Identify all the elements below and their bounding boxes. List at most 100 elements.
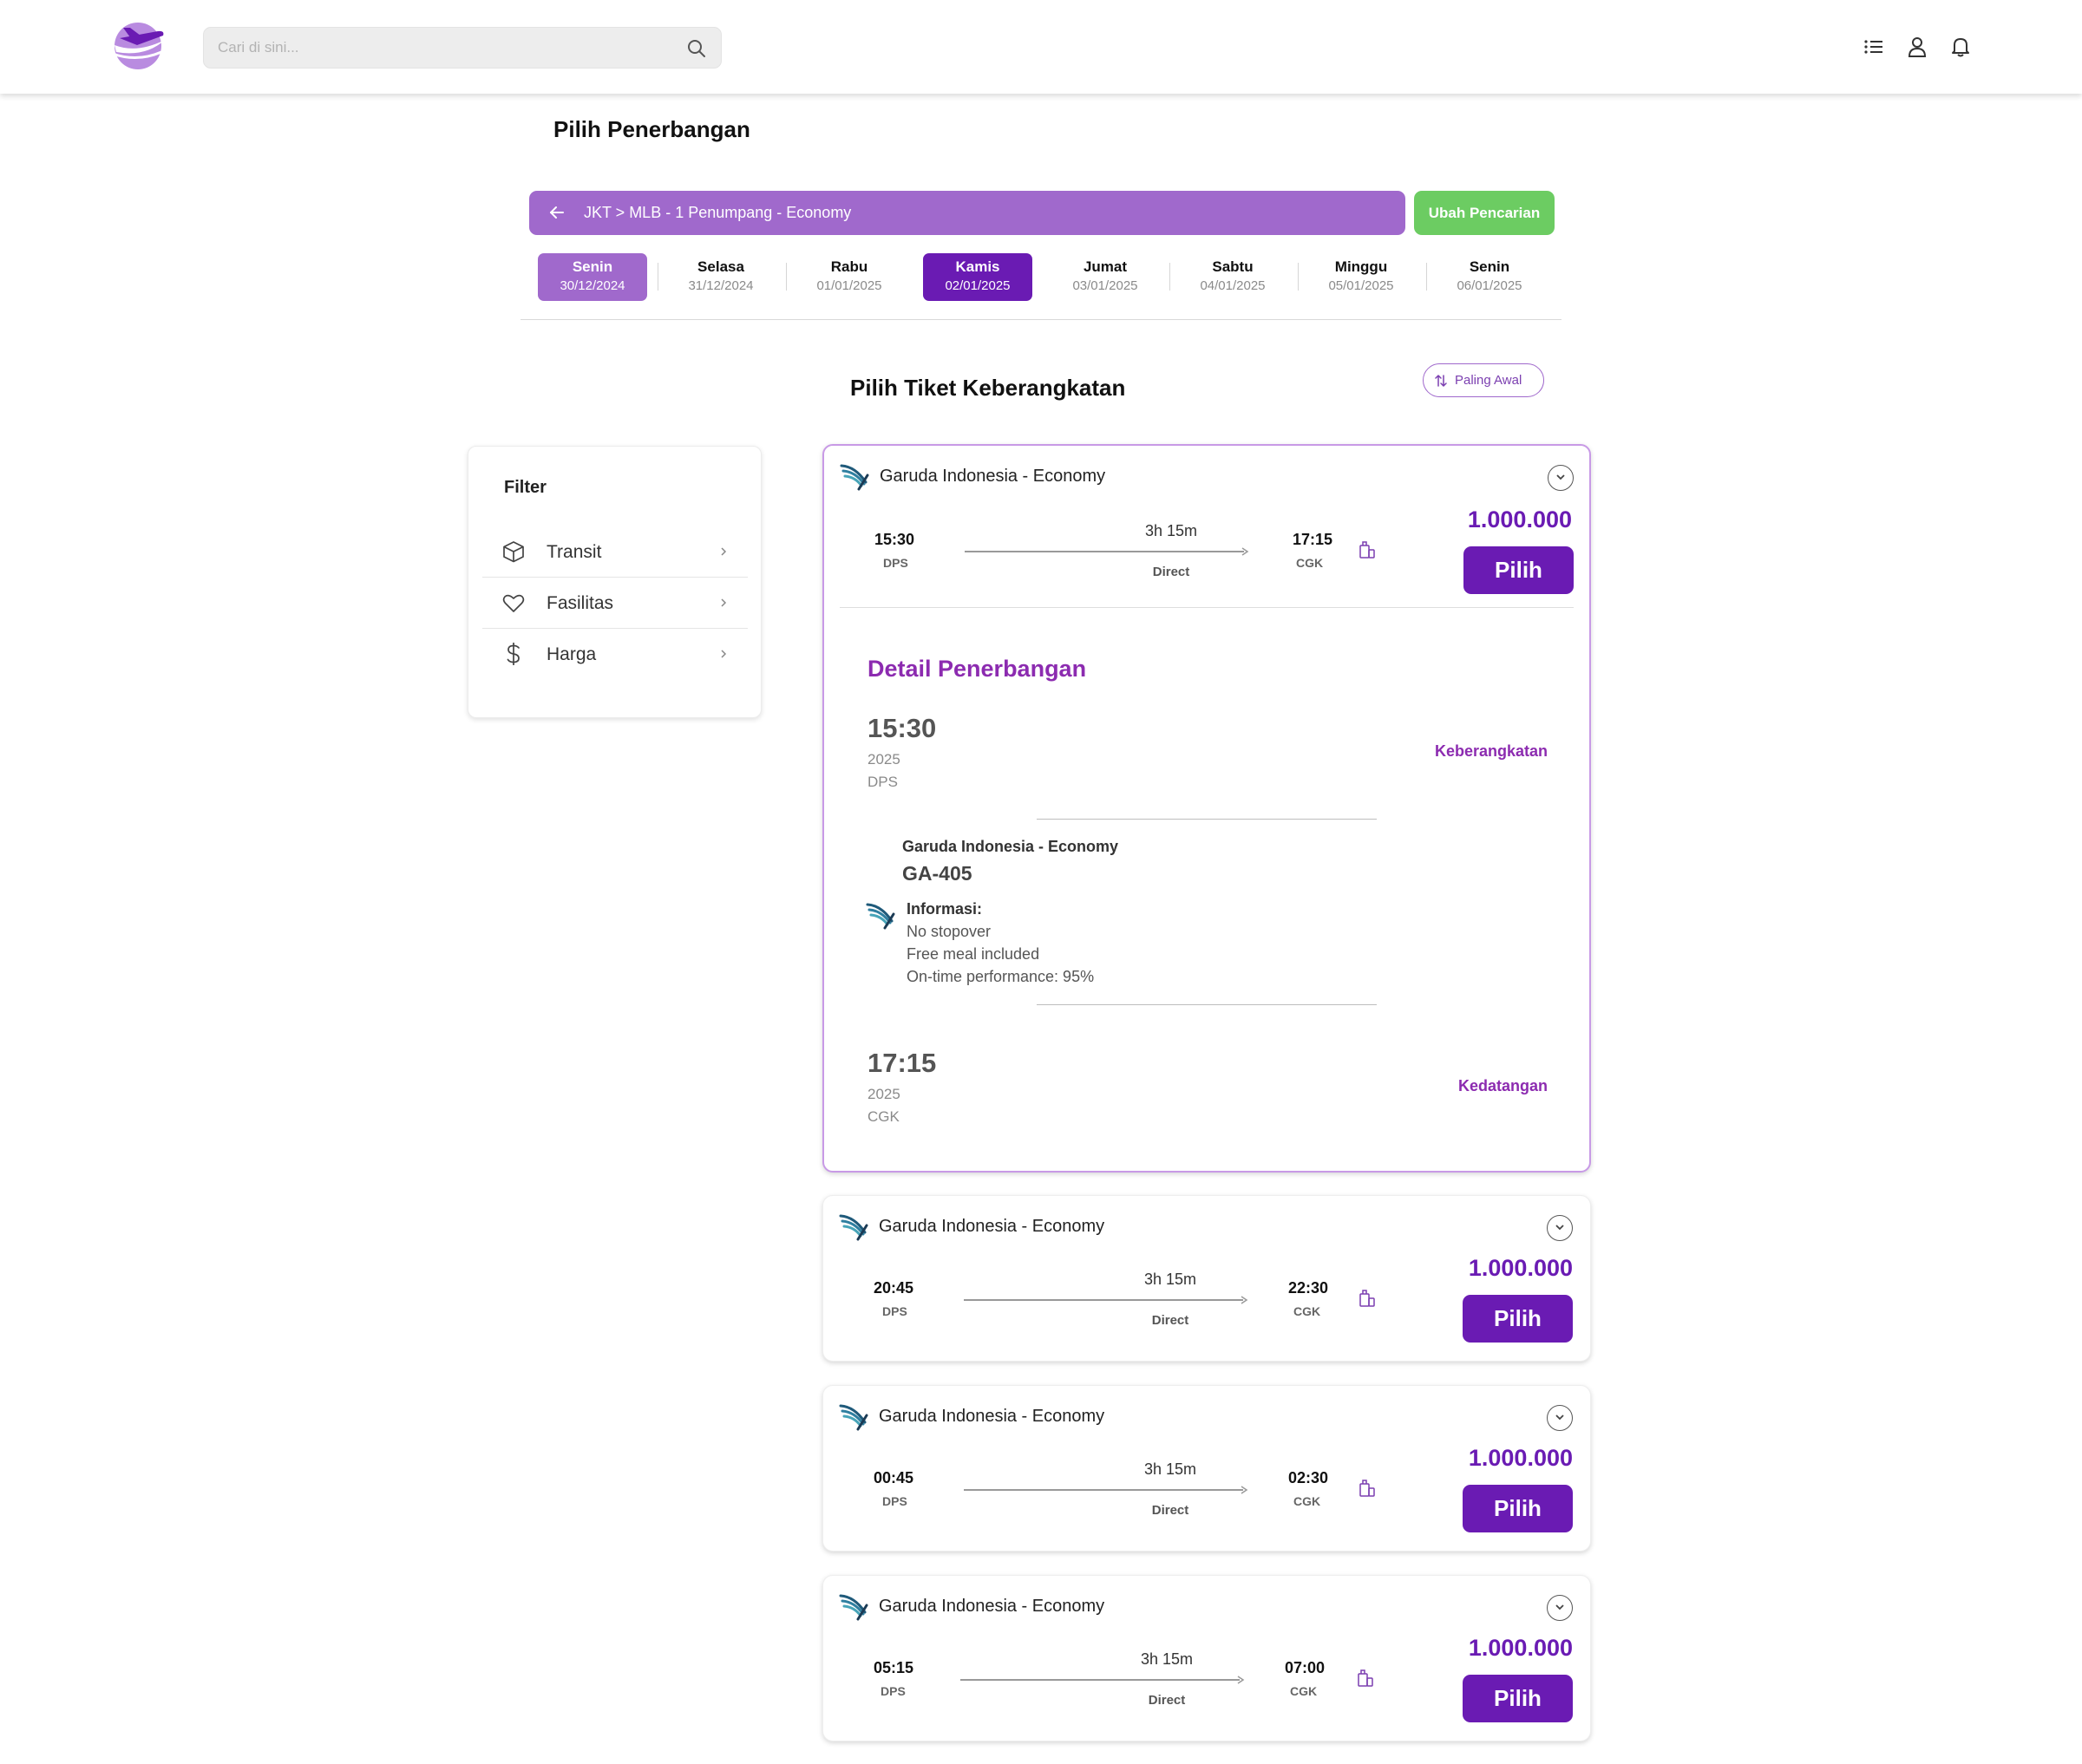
stop-type: Direct [1148, 1693, 1186, 1708]
date-tab-minggu[interactable]: Minggu 05/01/2025 [1306, 253, 1416, 301]
date-divider [786, 263, 787, 291]
list-icon[interactable] [1862, 35, 1886, 59]
expand-button[interactable] [1547, 1405, 1573, 1431]
select-flight-button[interactable]: Pilih [1463, 1485, 1573, 1532]
detail-rule [1037, 1004, 1377, 1005]
departure-time: 20:45 [874, 1279, 914, 1297]
garuda-logo-icon [839, 1214, 868, 1241]
date-tab-senin-1[interactable]: Senin 30/12/2024 [538, 253, 647, 301]
date-tab-date: 31/12/2024 [688, 278, 754, 293]
detail-departure-year: 2025 [868, 751, 900, 768]
dollar-icon [507, 643, 520, 665]
arrival-code: CGK [1290, 1684, 1318, 1698]
flight-duration: 3h 15m [1140, 1650, 1194, 1668]
chevron-down-icon [1555, 1604, 1564, 1610]
date-tab-date: 04/01/2025 [1200, 278, 1266, 293]
top-navbar [0, 0, 2082, 94]
detail-arrival-code: CGK [868, 1108, 900, 1125]
garuda-logo-icon [840, 464, 869, 491]
search-icon[interactable] [686, 38, 707, 59]
expand-button[interactable] [1547, 1215, 1573, 1241]
search-bar[interactable] [203, 27, 722, 69]
departure-time: 05:15 [874, 1659, 914, 1676]
filter-item-transit[interactable]: Transit [482, 526, 748, 577]
chevron-right-icon [721, 650, 727, 658]
detail-departure-time: 15:30 [868, 713, 937, 743]
expand-button[interactable] [1547, 1595, 1573, 1621]
departure-time: 00:45 [874, 1469, 914, 1486]
garuda-logo-icon [839, 1404, 868, 1431]
sort-button[interactable]: Paling Awal [1423, 363, 1544, 397]
change-search-button[interactable]: Ubah Pencarian [1414, 191, 1555, 235]
date-divider [1426, 263, 1427, 291]
garuda-logo-icon [866, 903, 895, 930]
arrow-right-icon [1241, 1486, 1248, 1494]
route-summary-bar[interactable]: JKT > MLB - 1 Penumpang - Economy [529, 191, 1405, 235]
ticket-price: 1.000.000 [1468, 1255, 1573, 1281]
detail-divider [840, 607, 1574, 608]
flight-card[interactable]: Garuda Indonesia - Economy 15:30 DPS 3h … [822, 444, 1591, 1173]
user-icon[interactable] [1905, 35, 1929, 59]
filter-title: Filter [504, 478, 547, 497]
flight-card[interactable]: Garuda Indonesia - Economy 20:45 DPS 3h … [822, 1195, 1591, 1362]
date-tab-day: Rabu [830, 258, 868, 275]
detail-arrival-year: 2025 [868, 1086, 900, 1102]
airline-name: Garuda Indonesia - Economy [880, 467, 1106, 486]
route-summary-text: JKT > MLB - 1 Penumpang - Economy [584, 204, 852, 221]
select-flight-button[interactable]: Pilih [1463, 1295, 1573, 1343]
bell-icon[interactable] [1948, 35, 1973, 59]
date-tab-day: Selasa [697, 258, 744, 275]
arrow-right-icon [1241, 1296, 1248, 1304]
date-tab-selasa[interactable]: Selasa 31/12/2024 [666, 253, 776, 301]
info-line: Free meal included [907, 945, 1040, 963]
garuda-logo-icon [839, 1594, 868, 1621]
filter-item-fasilitas[interactable]: Fasilitas [482, 578, 748, 628]
detail-departure-code: DPS [868, 774, 898, 790]
detail-airline: Garuda Indonesia - Economy [902, 838, 1119, 855]
date-tab-date: 02/01/2025 [945, 278, 1011, 293]
route-line [964, 1489, 1243, 1491]
departure-label: Keberangkatan [1434, 742, 1548, 760]
filter-item-harga[interactable]: Harga [482, 629, 748, 679]
route-line [960, 1679, 1240, 1681]
stop-type: Direct [1151, 1503, 1189, 1518]
departure-time: 15:30 [874, 531, 915, 548]
page-title: Pilih Penerbangan [553, 116, 750, 142]
arrival-time: 22:30 [1288, 1279, 1329, 1297]
flight-number: GA-405 [902, 862, 972, 885]
date-tab-kamis[interactable]: Kamis 02/01/2025 [923, 253, 1032, 301]
ticket-price: 1.000.000 [1467, 506, 1572, 532]
select-flight-button[interactable]: Pilih [1463, 546, 1574, 594]
baggage-icon [1359, 1290, 1375, 1307]
box-icon [503, 541, 524, 563]
date-tab-day: Kamis [955, 258, 1000, 275]
date-tab-day: Jumat [1083, 258, 1128, 275]
date-tab-sabtu[interactable]: Sabtu 04/01/2025 [1178, 253, 1287, 301]
select-flight-button[interactable]: Pilih [1463, 1675, 1573, 1722]
airplane-logo-icon[interactable] [111, 19, 168, 71]
info-line: On-time performance: 95% [907, 968, 1095, 985]
date-tab-date: 06/01/2025 [1457, 278, 1522, 293]
arrow-right-icon [1237, 1676, 1245, 1684]
date-tab-senin-2[interactable]: Senin 06/01/2025 [1435, 253, 1544, 301]
arrival-time: 02:30 [1288, 1469, 1329, 1486]
arrival-time: 17:15 [1293, 531, 1333, 548]
date-tabs-divider [520, 319, 1562, 320]
detail-title: Detail Penerbangan [868, 656, 1087, 682]
date-tab-jumat[interactable]: Jumat 03/01/2025 [1051, 253, 1160, 301]
date-tab-date: 30/12/2024 [560, 278, 625, 293]
date-tab-date: 03/01/2025 [1072, 278, 1138, 293]
heart-icon [502, 594, 525, 612]
flight-card[interactable]: Garuda Indonesia - Economy 05:15 DPS 3h … [822, 1575, 1591, 1741]
sort-arrows-icon [1435, 375, 1447, 387]
arrival-label: Kedatangan [1457, 1077, 1548, 1094]
expand-button[interactable] [1548, 465, 1574, 491]
departure-code: DPS [883, 556, 908, 570]
flight-card[interactable]: Garuda Indonesia - Economy 00:45 DPS 3h … [822, 1385, 1591, 1552]
ticket-price: 1.000.000 [1468, 1635, 1573, 1661]
search-input[interactable] [204, 28, 672, 68]
baggage-icon [1359, 1480, 1375, 1497]
back-arrow-icon[interactable] [547, 202, 567, 223]
date-tab-rabu[interactable]: Rabu 01/01/2025 [795, 253, 904, 301]
filter-item-label: Transit [547, 542, 602, 562]
